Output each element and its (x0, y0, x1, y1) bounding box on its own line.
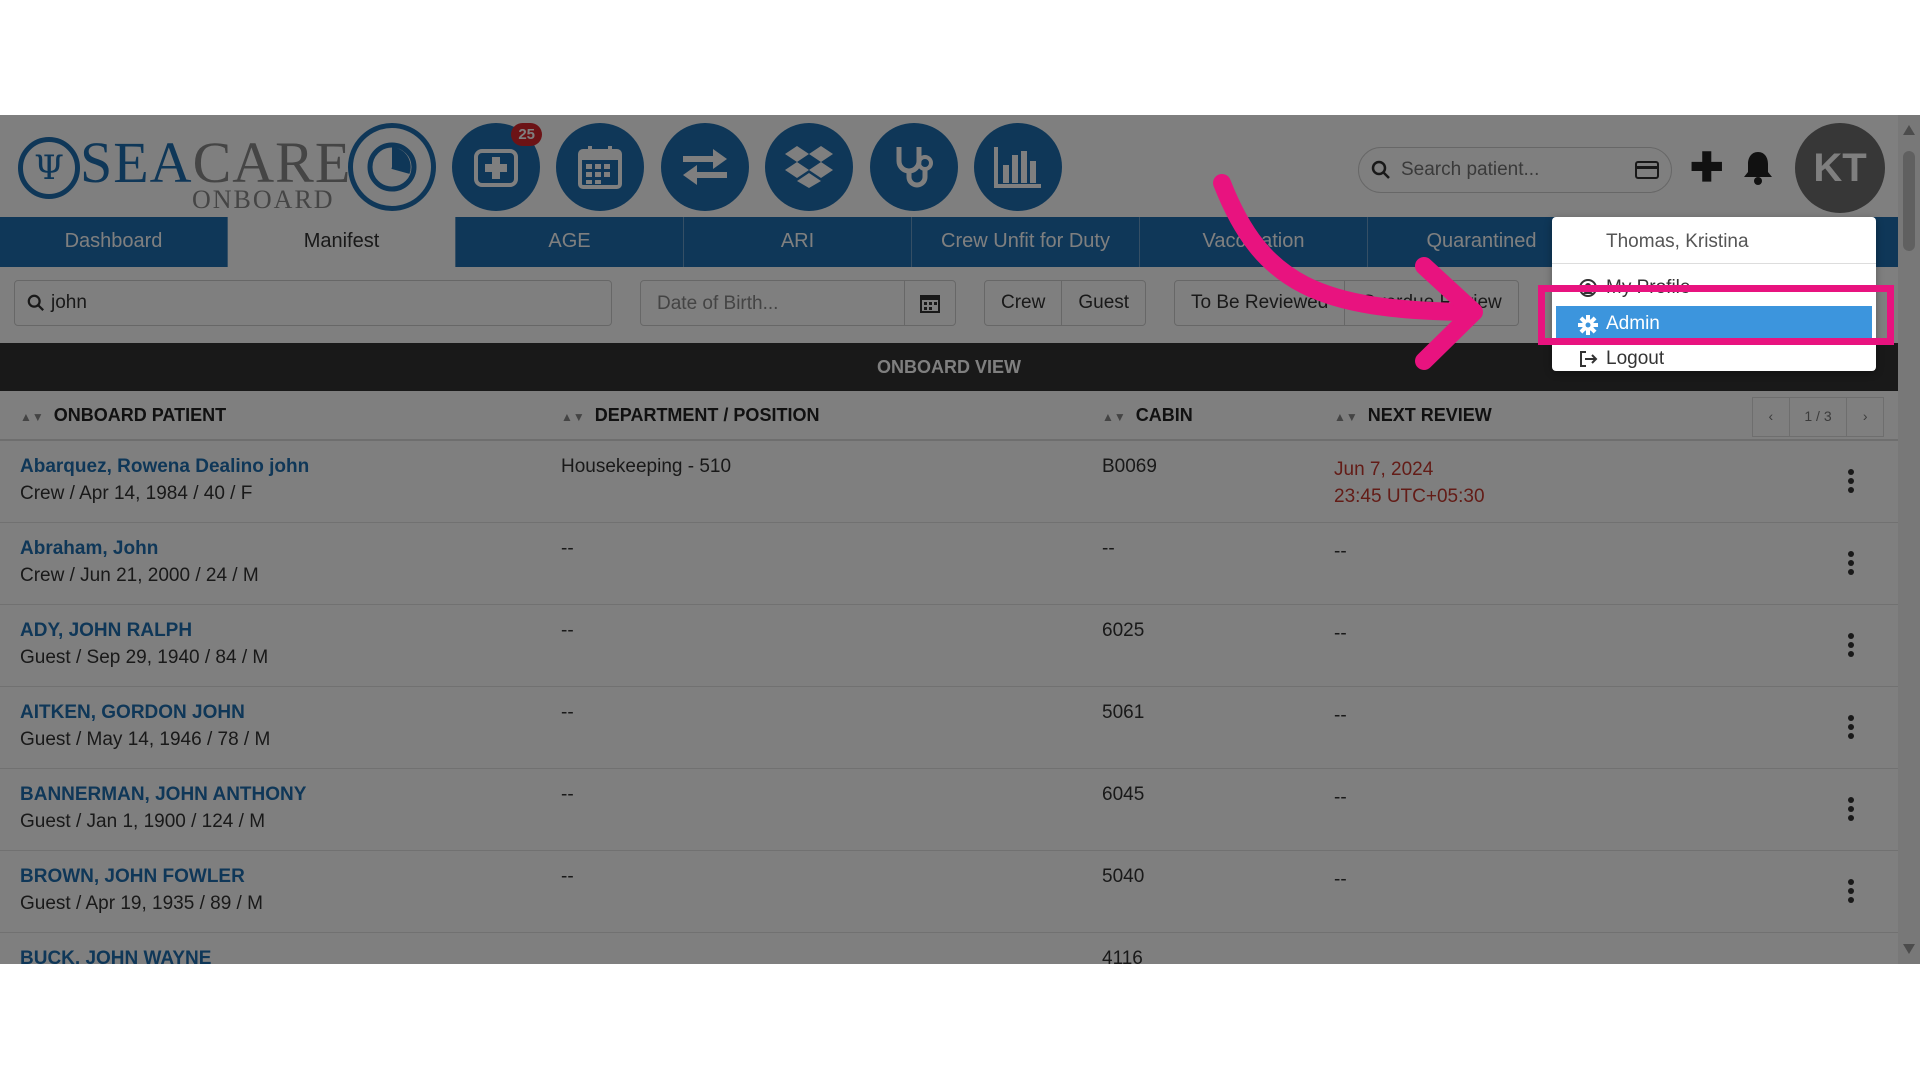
annotation-arrow-icon (1213, 174, 1483, 370)
app-window: Ψ SEACARE ONBOARD 25 ✚ KT Dashboard Mani… (0, 115, 1920, 964)
